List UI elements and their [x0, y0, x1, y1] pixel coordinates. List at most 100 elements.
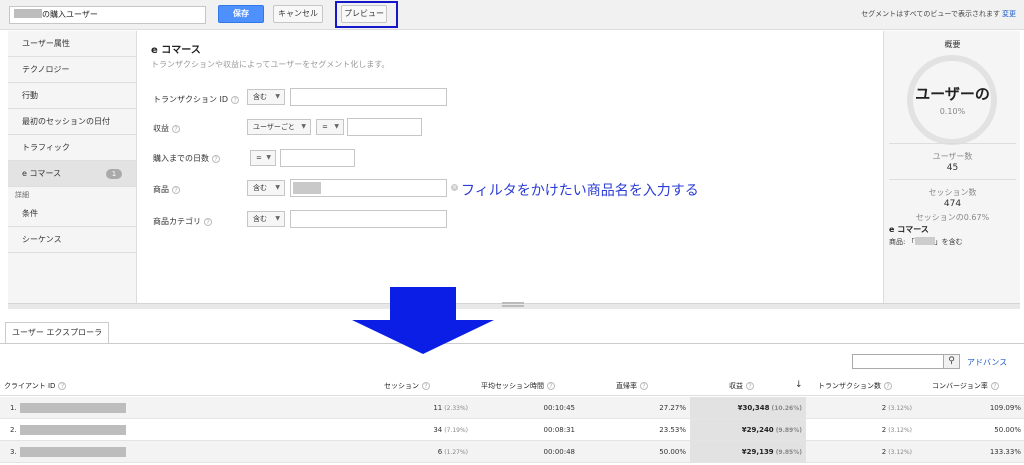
nav-item-sequences[interactable]: シーケンス: [8, 227, 136, 253]
header-label: セッション: [384, 382, 419, 390]
product-category-operator[interactable]: 含む ▼: [247, 211, 285, 227]
revenue-scope-select[interactable]: ユーザーごと ▼: [247, 119, 311, 135]
row-label: 商品カテゴリ: [153, 217, 201, 226]
search-input[interactable]: [852, 354, 944, 369]
nav-item-conditions[interactable]: 条件: [8, 201, 136, 227]
redacted-client-id[interactable]: [20, 425, 126, 435]
product-category-label: 商品カテゴリ?: [153, 216, 212, 227]
nav-item-first-session-date[interactable]: 最初のセッションの日付: [8, 109, 136, 135]
help-icon[interactable]: ?: [884, 382, 892, 390]
operator-value: ユーザーごと: [253, 123, 295, 131]
help-icon[interactable]: ?: [58, 382, 67, 390]
sessions-cell: 11 (2.33%): [433, 404, 468, 412]
preview-highlight-box: [335, 1, 398, 28]
col-transactions[interactable]: トランザクション数?: [818, 381, 892, 391]
row-label: 収益: [153, 124, 169, 133]
summary-section-title: e コマース: [889, 225, 929, 234]
nav-item-traffic[interactable]: トラフィック: [8, 135, 136, 161]
segment-name-input[interactable]: の購入ユーザー: [9, 6, 206, 24]
sort-descending-icon[interactable]: ↓: [795, 380, 803, 390]
col-client-id[interactable]: クライアント ID?: [4, 381, 67, 391]
conversion-cell: 109.09%: [989, 404, 1021, 412]
days-to-purchase-input[interactable]: [280, 149, 355, 167]
chevron-down-icon: ▼: [275, 184, 280, 191]
cell-value: ¥29,240: [741, 426, 774, 434]
divider: [889, 143, 1016, 144]
resize-handle[interactable]: [502, 302, 524, 307]
product-input[interactable]: [290, 179, 447, 197]
help-icon[interactable]: ?: [746, 382, 754, 390]
bounce-cell: 23.53%: [659, 426, 686, 434]
annotation-arrow-shaft: [390, 287, 456, 320]
col-conversion-rate[interactable]: コンバージョン率?: [932, 381, 999, 391]
col-revenue[interactable]: 収益?: [729, 381, 754, 391]
redacted-client-id[interactable]: [20, 447, 126, 457]
revenue-operator[interactable]: = ▼: [316, 119, 344, 135]
chevron-down-icon: ▼: [334, 123, 339, 130]
header-label: コンバージョン率: [932, 382, 988, 390]
nav-label: 最初のセッションの日付: [22, 117, 110, 126]
nav-item-demographics[interactable]: ユーザー属性: [8, 31, 136, 57]
change-link[interactable]: 変更: [1002, 10, 1016, 18]
down-arrow-icon: [352, 320, 494, 354]
help-icon[interactable]: ?: [172, 186, 180, 194]
help-icon[interactable]: ?: [422, 382, 430, 390]
header-label: 収益: [729, 382, 743, 390]
help-icon[interactable]: ?: [990, 382, 999, 390]
product-category-input[interactable]: [290, 210, 447, 228]
revenue-cell: ¥29,240 (9.89%): [742, 426, 802, 434]
annotation-text: フィルタをかけたい商品名を入力する: [461, 183, 699, 199]
sessions-share: セッションの0.67%: [915, 213, 990, 222]
header-label: 直帰率: [616, 382, 637, 390]
revenue-input[interactable]: [347, 118, 422, 136]
sessions-cell: 6 (1.27%): [438, 448, 468, 456]
cancel-button[interactable]: キャンセル: [273, 5, 323, 23]
days-to-purchase-operator[interactable]: = ▼: [250, 150, 276, 166]
table-row[interactable]: 2. 34 (7.19%) 00:08:31 23.53% ¥29,240 (9.8…: [0, 419, 1024, 441]
transaction-id-input[interactable]: [290, 88, 447, 106]
divider: [889, 179, 1016, 180]
tab-user-explorer[interactable]: ユーザー エクスプローラ: [5, 322, 109, 344]
help-icon[interactable]: ?: [547, 382, 555, 390]
nav-item-technology[interactable]: テクノロジー: [8, 57, 136, 83]
cell-value: ¥29,139: [741, 448, 774, 456]
header-label: 平均セッション時間: [481, 382, 544, 390]
segment-category-nav: ユーザー属性 テクノロジー 行動 最初のセッションの日付 トラフィック e コマ…: [8, 31, 137, 303]
table-row[interactable]: 1. 11 (2.33%) 00:10:45 27.27% ¥30,348 (10.…: [0, 397, 1024, 419]
nav-item-behavior[interactable]: 行動: [8, 83, 136, 109]
product-operator[interactable]: 含む ▼: [247, 180, 285, 196]
clear-icon[interactable]: ×: [451, 184, 458, 191]
sessions-value: 474: [943, 199, 962, 209]
summary-ring-label: ユーザーの: [915, 85, 990, 103]
transactions-cell: 2 (3.12%): [882, 404, 912, 412]
help-icon[interactable]: ?: [172, 125, 180, 133]
form-subtitle: トランザクションや収益によってユーザーをセグメント化します。: [151, 60, 390, 69]
col-sessions[interactable]: セッション?: [384, 381, 430, 391]
advanced-search-link[interactable]: アドバンス: [967, 357, 1007, 368]
operator-value: 含む: [253, 93, 267, 101]
redacted-product-name: [914, 237, 935, 245]
col-bounce-rate[interactable]: 直帰率?: [616, 381, 648, 391]
help-icon[interactable]: ?: [204, 218, 212, 226]
row-label: 購入までの日数: [153, 154, 209, 163]
table-row[interactable]: 3. 6 (1.27%) 00:00:48 50.00% ¥29,139 (9.85…: [0, 441, 1024, 463]
help-icon[interactable]: ?: [212, 155, 220, 163]
nav-label: 行動: [22, 91, 38, 100]
transactions-cell: 2 (3.12%): [882, 448, 912, 456]
redacted-client-id[interactable]: [20, 403, 126, 413]
summary-title: 概要: [944, 40, 961, 49]
nav-label: ユーザー属性: [22, 39, 70, 48]
help-icon[interactable]: ?: [231, 96, 240, 104]
help-icon[interactable]: ?: [640, 382, 648, 390]
save-button[interactable]: 保存: [218, 5, 264, 23]
nav-item-ecommerce[interactable]: e コマース 1: [8, 161, 136, 187]
segment-summary-panel: 概要 ユーザーの 0.10% ユーザー数 45 セッション数 474 セッション…: [883, 31, 1020, 303]
conversion-cell: 50.00%: [994, 426, 1021, 434]
search-icon[interactable]: ⚲: [944, 354, 960, 369]
users-label: ユーザー数: [932, 152, 973, 161]
cell-percent: (9.89%): [775, 427, 802, 434]
chevron-down-icon: ▼: [275, 93, 280, 100]
transaction-id-operator[interactable]: 含む ▼: [247, 89, 285, 105]
segment-name-value: の購入ユーザー: [42, 10, 98, 19]
col-avg-session-duration[interactable]: 平均セッション時間?: [481, 381, 555, 391]
